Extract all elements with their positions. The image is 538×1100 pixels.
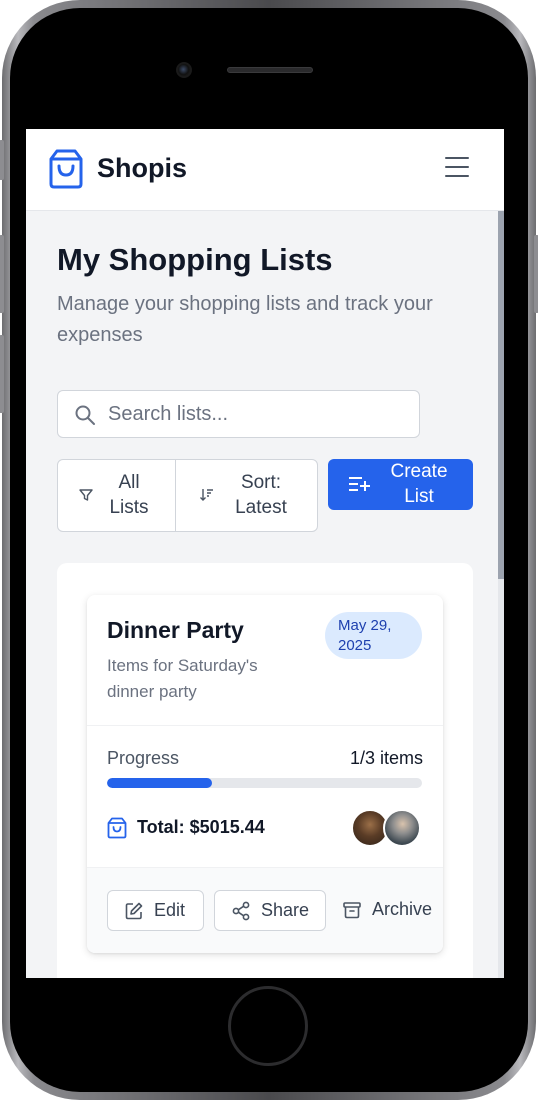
list-card[interactable]: Dinner Party Items for Saturday's dinner… xyxy=(87,595,443,953)
avatar[interactable] xyxy=(383,809,421,847)
archive-button-label: Archive xyxy=(372,899,433,919)
edit-button-label: Edit xyxy=(154,900,186,920)
shopping-bag-icon[interactable] xyxy=(48,149,84,189)
progress-count: 1/3 items xyxy=(349,748,423,768)
filter-button-label: All Lists xyxy=(109,472,149,518)
volume-down-button xyxy=(0,335,4,413)
create-list-button-label: Create List xyxy=(390,461,448,507)
share-icon xyxy=(232,901,250,921)
edit-button[interactable]: Edit xyxy=(107,890,204,931)
scrollbar-thumb[interactable] xyxy=(498,211,504,579)
filter-sort-group: All Lists Sort: Latest xyxy=(57,459,318,532)
mute-switch xyxy=(0,140,4,180)
card-actions: Edit Share Archive xyxy=(87,867,443,953)
edit-icon xyxy=(125,902,143,920)
scrollbar[interactable] xyxy=(498,211,504,978)
hamburger-menu-icon[interactable] xyxy=(445,157,469,179)
list-plus-icon xyxy=(349,477,370,491)
card-divider xyxy=(87,725,443,726)
share-button-label: Share xyxy=(261,900,310,920)
share-button[interactable]: Share xyxy=(214,890,326,931)
list-total: Total: $5015.44 xyxy=(137,817,265,837)
app-screen: Shopis My Shopping Lists Manage your sho… xyxy=(26,129,504,978)
date-badge: May 29, 2025 xyxy=(325,612,422,659)
earpiece-speaker xyxy=(227,67,313,73)
archive-icon xyxy=(343,902,361,919)
shopping-bag-icon xyxy=(107,817,127,839)
home-button[interactable] xyxy=(228,986,308,1066)
archive-button[interactable]: Archive xyxy=(336,890,443,931)
list-description: Items for Saturday's dinner party xyxy=(107,656,258,701)
filter-button[interactable]: All Lists xyxy=(58,460,176,531)
progress-bar xyxy=(107,778,422,788)
search-icon xyxy=(75,405,95,425)
search-input[interactable] xyxy=(108,399,408,429)
page-title: My Shopping Lists xyxy=(57,242,333,277)
search-box[interactable] xyxy=(57,390,420,438)
volume-up-button xyxy=(0,235,4,313)
list-title[interactable]: Dinner Party xyxy=(107,617,244,644)
create-list-button[interactable]: Create List xyxy=(328,459,473,510)
sort-button[interactable]: Sort: Latest xyxy=(177,460,317,531)
sort-icon xyxy=(200,489,213,501)
progress-label: Progress xyxy=(107,748,180,768)
filter-icon xyxy=(79,489,93,501)
page-subtitle: Manage your shopping lists and track you… xyxy=(57,293,433,346)
progress-bar-fill xyxy=(107,778,212,788)
front-camera xyxy=(176,62,192,78)
brand-name[interactable]: Shopis xyxy=(97,153,187,184)
top-navbar: Shopis xyxy=(26,129,504,211)
sort-button-label: Sort: Latest xyxy=(235,472,287,518)
power-button xyxy=(534,235,538,313)
